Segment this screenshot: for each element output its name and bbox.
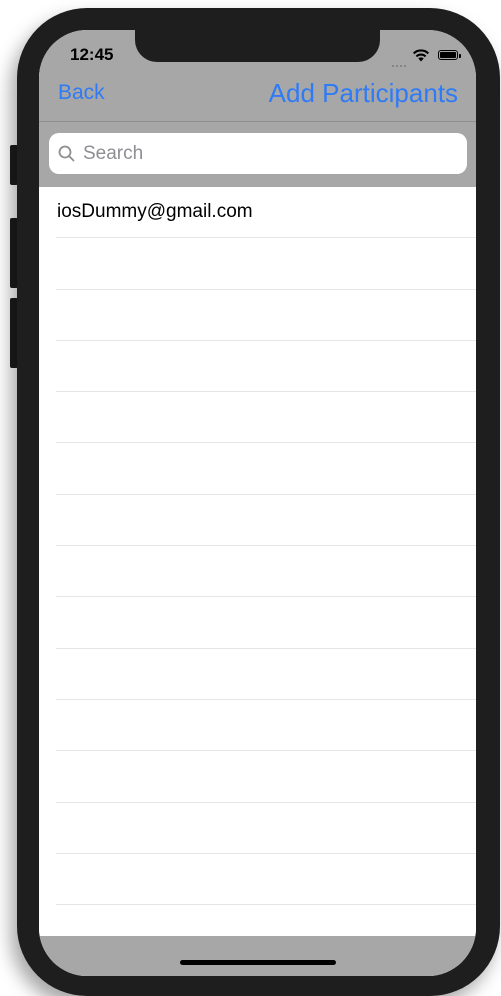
empty-row: [56, 905, 476, 936]
nav-divider: [39, 121, 476, 122]
empty-row: [56, 751, 476, 803]
empty-row: [56, 803, 476, 854]
device-notch: [135, 30, 380, 62]
status-time: 12:45: [70, 45, 114, 64]
signal-dots-icon: [392, 54, 408, 67]
navigation-header: 12:45 Back Add Participants: [39, 30, 476, 187]
empty-row: [56, 238, 476, 290]
search-input[interactable]: [83, 133, 453, 174]
empty-row: [56, 290, 476, 341]
search-bar[interactable]: [49, 133, 467, 174]
empty-row: [56, 443, 476, 495]
list-item[interactable]: iosDummy@gmail.com: [56, 187, 476, 239]
participant-email: iosDummy@gmail.com: [57, 201, 253, 222]
empty-row: [56, 649, 476, 700]
empty-row: [56, 854, 476, 906]
bottom-toolbar: [39, 936, 476, 976]
empty-row: [56, 597, 476, 649]
add-participants-button[interactable]: Add Participants: [269, 78, 458, 109]
empty-row: [56, 392, 476, 444]
empty-row: [56, 341, 476, 393]
wifi-icon: [413, 49, 429, 62]
empty-row: [56, 546, 476, 598]
back-button[interactable]: Back: [58, 81, 105, 105]
empty-row: [56, 495, 476, 547]
search-icon: [58, 145, 75, 162]
battery-icon: [438, 50, 461, 60]
empty-row: [56, 700, 476, 752]
participants-list: iosDummy@gmail.com: [39, 187, 476, 936]
home-indicator[interactable]: [180, 960, 336, 965]
screen: 12:45 Back Add Participants Search iosDu…: [39, 30, 476, 976]
